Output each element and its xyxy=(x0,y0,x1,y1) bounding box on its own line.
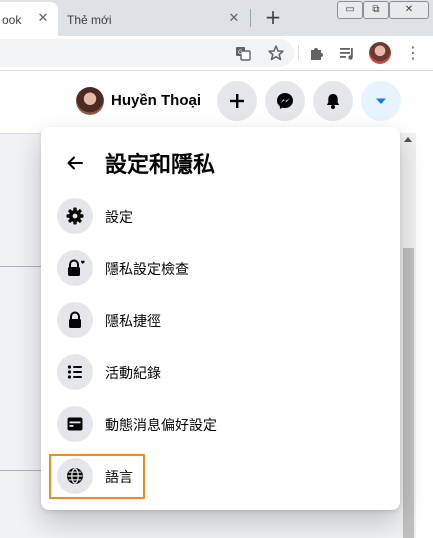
notifications-button[interactable] xyxy=(313,81,353,121)
caret-down-icon xyxy=(376,98,386,104)
scroll-up-arrow-icon[interactable] xyxy=(404,137,412,142)
scroll-thumb[interactable] xyxy=(403,248,414,538)
menu-item-label: 設定 xyxy=(105,210,133,226)
menu-kebab-icon[interactable]: ⋮ xyxy=(404,43,422,63)
tab-facebook[interactable]: ook ✕ xyxy=(0,2,58,36)
svg-text:G: G xyxy=(238,49,243,56)
tab-title: ook xyxy=(2,13,22,27)
tab-separator xyxy=(250,9,251,27)
user-name: Huyền Thoại xyxy=(111,92,202,109)
new-tab-button[interactable]: + xyxy=(262,6,284,28)
tab-close-icon[interactable]: ✕ xyxy=(226,11,242,27)
highlight-box xyxy=(49,454,145,499)
account-menu-button[interactable] xyxy=(361,81,401,121)
divider xyxy=(0,470,44,471)
divider xyxy=(0,266,44,267)
minimize-button[interactable]: ▭ xyxy=(337,1,363,19)
news-feed-icon xyxy=(57,406,93,442)
menu-item-label: 隱私捷徑 xyxy=(105,314,161,330)
browser-toolbar: G ⋮ xyxy=(0,36,433,71)
media-queue-icon[interactable] xyxy=(337,43,357,63)
tab-new-tab[interactable]: Thẻ mới ✕ xyxy=(58,2,248,36)
lock-heart-icon xyxy=(57,250,93,286)
settings-privacy-panel: 設定和隱私 設定 隱私設定檢查 隱私捷徑 活動紀錄 動態消息偏好設定 語言 xyxy=(41,127,400,510)
menu-item-privacy-checkup[interactable]: 隱私設定檢查 xyxy=(49,244,392,294)
menu-item-privacy-shortcuts[interactable]: 隱私捷徑 xyxy=(49,296,392,346)
arrow-left-icon xyxy=(67,156,83,170)
tab-title: Thẻ mới xyxy=(67,13,112,27)
restore-button[interactable]: ⧉ xyxy=(363,1,389,19)
plus-icon xyxy=(230,94,244,108)
list-icon xyxy=(57,354,93,390)
profile-avatar[interactable] xyxy=(369,42,391,64)
menu-item-news-feed-preferences[interactable]: 動態消息偏好設定 xyxy=(49,400,392,450)
page-scrollbar[interactable] xyxy=(401,133,416,538)
messenger-icon xyxy=(277,93,293,109)
star-icon[interactable] xyxy=(266,43,286,63)
menu-item-activity-log[interactable]: 活動紀錄 xyxy=(49,348,392,398)
lock-icon xyxy=(57,302,93,338)
tab-close-icon[interactable]: ✕ xyxy=(35,11,51,27)
toolbar-separator xyxy=(298,45,299,61)
close-window-button[interactable]: ✕ xyxy=(389,1,429,19)
menu-item-label: 動態消息偏好設定 xyxy=(105,418,217,434)
menu-item-label: 隱私設定檢查 xyxy=(105,262,189,278)
facebook-header: Huyền Thoại xyxy=(0,71,433,134)
menu-item-settings[interactable]: 設定 xyxy=(49,192,392,242)
translate-icon[interactable]: G xyxy=(233,43,253,63)
messenger-button[interactable] xyxy=(265,81,305,121)
extensions-icon[interactable] xyxy=(307,43,327,63)
bell-icon xyxy=(326,94,340,109)
avatar xyxy=(76,87,104,115)
back-button[interactable] xyxy=(59,147,91,179)
gear-icon xyxy=(57,198,93,234)
page-edge xyxy=(416,133,433,538)
menu-item-label: 活動紀錄 xyxy=(105,366,161,382)
panel-title: 設定和隱私 xyxy=(105,153,216,178)
create-button[interactable] xyxy=(217,81,257,121)
browser-tab-strip: ook ✕ Thẻ mới ✕ + ▭ ⧉ ✕ xyxy=(0,0,433,36)
